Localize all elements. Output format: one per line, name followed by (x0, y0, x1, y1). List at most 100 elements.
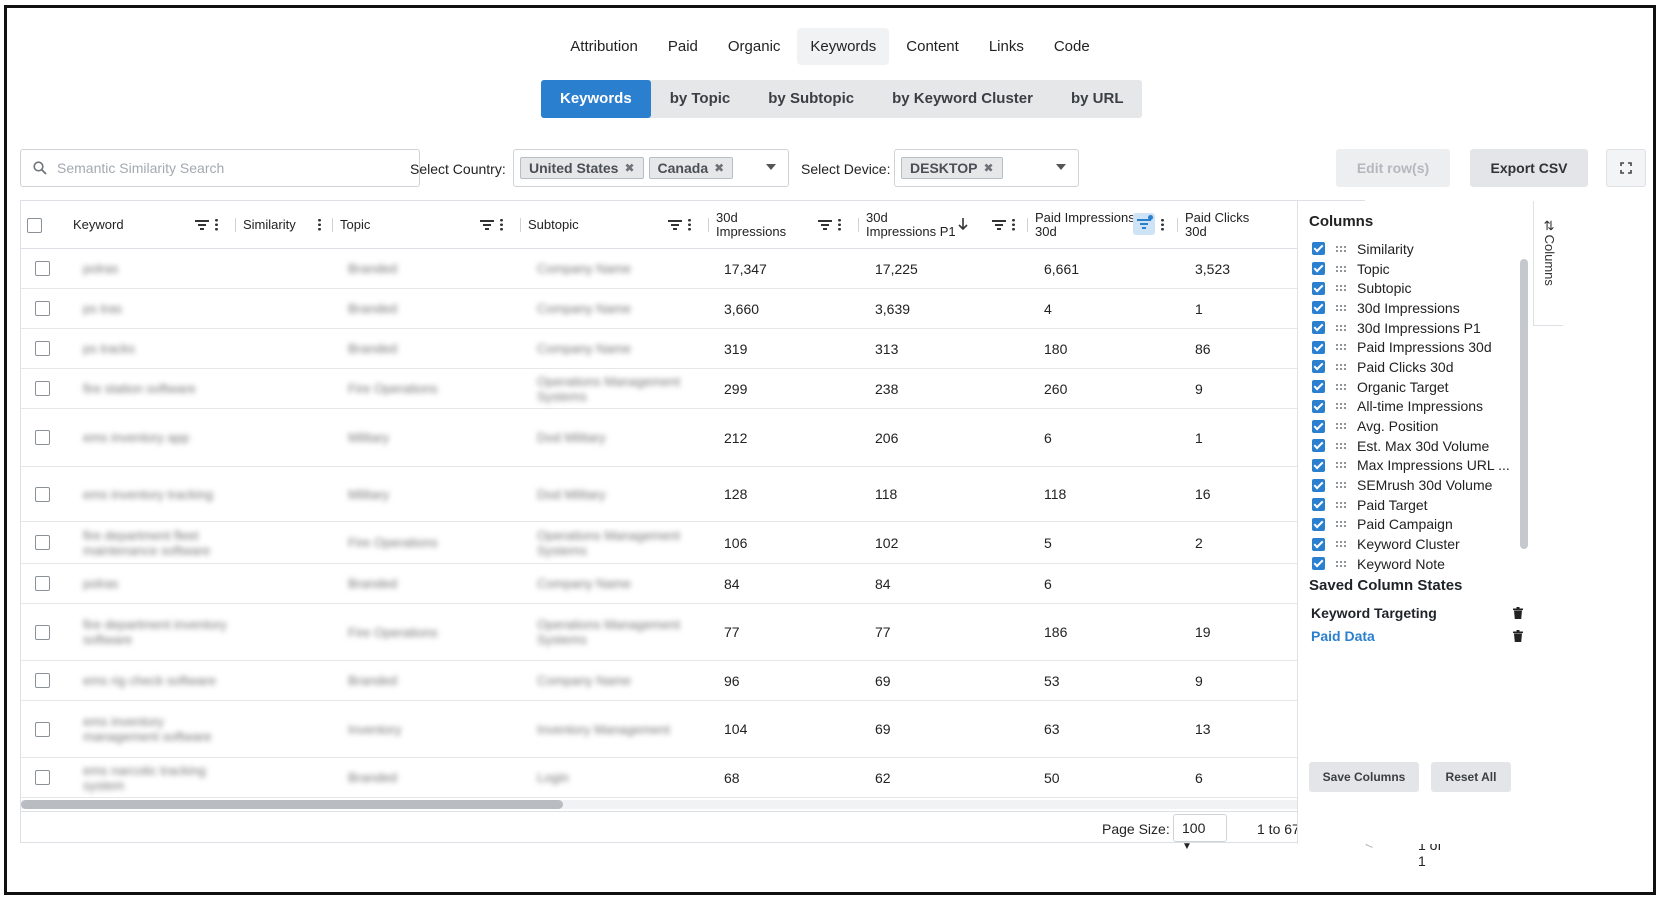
column-toggle[interactable]: Organic Target (1312, 377, 1522, 397)
device-select[interactable]: DESKTOP ✖ (894, 149, 1079, 187)
column-toggle[interactable]: Paid Impressions 30d (1312, 337, 1522, 357)
trash-icon[interactable] (1513, 607, 1523, 619)
column-toggle[interactable]: 30d Impressions (1312, 298, 1522, 318)
select-all-checkbox[interactable] (27, 201, 42, 249)
drag-handle-icon[interactable] (1335, 323, 1347, 332)
reset-all-button[interactable]: Reset All (1431, 762, 1511, 792)
column-toggle[interactable]: Max Impressions URL ... (1312, 456, 1522, 476)
table-row[interactable]: ps tracks Branded Company Name 319 313 180 86 (21, 329, 1303, 369)
column-toggle[interactable]: Avg. Position (1312, 416, 1522, 436)
checkbox-checked-icon[interactable] (1312, 301, 1325, 315)
remove-icon[interactable]: ✖ (624, 161, 634, 175)
table-row[interactable]: ps tras Branded Company Name 3,660 3,639 4 1 (21, 289, 1303, 329)
checkbox-checked-icon[interactable] (1312, 517, 1325, 531)
checkbox-checked-icon[interactable] (1312, 242, 1325, 256)
column-toggle[interactable]: Keyword Note (1312, 554, 1522, 574)
tab-paid[interactable]: Paid (655, 28, 711, 65)
drag-handle-icon[interactable] (1335, 422, 1347, 431)
menu-icon[interactable] (688, 218, 691, 231)
subtab-by-topic[interactable]: by Topic (651, 80, 750, 118)
checkbox-checked-icon[interactable] (1312, 281, 1325, 295)
column-toggle[interactable]: Est. Max 30d Volume (1312, 436, 1522, 456)
row-checkbox[interactable] (35, 289, 50, 328)
table-row[interactable]: ems inventory management software Invento… (21, 701, 1303, 758)
col-keyword[interactable]: Keyword (73, 201, 124, 249)
column-toggle[interactable]: Topic (1312, 259, 1522, 279)
drag-handle-icon[interactable] (1335, 481, 1347, 490)
remove-icon[interactable]: ✖ (983, 161, 993, 175)
column-toggle[interactable]: SEMrush 30d Volume (1312, 475, 1522, 495)
row-checkbox[interactable] (35, 701, 50, 757)
menu-icon[interactable] (500, 218, 503, 231)
row-checkbox[interactable] (35, 522, 50, 563)
panel-scrollbar[interactable] (1520, 239, 1528, 569)
drag-handle-icon[interactable] (1335, 441, 1347, 450)
table-row[interactable]: polras Branded Company Name 17,347 17,225 6,6… (21, 249, 1303, 289)
table-row[interactable]: fire department inventory software Fire O… (21, 604, 1303, 661)
menu-icon[interactable] (318, 218, 321, 231)
col-similarity[interactable]: Similarity (243, 201, 296, 249)
checkbox-checked-icon[interactable] (1312, 537, 1325, 551)
table-row[interactable]: ems inventory tracking Military Dod Milita… (21, 467, 1303, 522)
checkbox-checked-icon[interactable] (1312, 360, 1325, 374)
checkbox-checked-icon[interactable] (1312, 419, 1325, 433)
col-topic[interactable]: Topic (340, 201, 370, 249)
checkbox-checked-icon[interactable] (1312, 478, 1325, 492)
drag-handle-icon[interactable] (1335, 362, 1347, 371)
row-checkbox[interactable] (35, 758, 50, 797)
menu-icon[interactable] (215, 218, 218, 231)
column-toggle[interactable]: Keyword Cluster (1312, 534, 1522, 554)
search-input[interactable] (57, 160, 397, 176)
checkbox-checked-icon[interactable] (1312, 321, 1325, 335)
semantic-search[interactable] (20, 149, 420, 187)
drag-handle-icon[interactable] (1335, 284, 1347, 293)
table-row[interactable]: fire station software Fire Operations Oper… (21, 369, 1303, 409)
device-chip[interactable]: DESKTOP ✖ (901, 157, 1003, 179)
filter-icon[interactable] (480, 219, 494, 230)
country-chip[interactable]: Canada ✖ (648, 157, 734, 179)
column-toggle[interactable]: Paid Campaign (1312, 515, 1522, 535)
tab-links[interactable]: Links (976, 28, 1037, 65)
remove-icon[interactable]: ✖ (714, 161, 724, 175)
checkbox-checked-icon[interactable] (1312, 439, 1325, 453)
row-checkbox[interactable] (35, 467, 50, 521)
table-row[interactable]: ems narcotic tracking system Branded Login… (21, 758, 1303, 798)
tab-organic[interactable]: Organic (715, 28, 794, 65)
col-30d-impressions-p1[interactable]: 30d Impressions P1 (866, 201, 956, 249)
export-csv-button[interactable]: Export CSV (1470, 149, 1588, 187)
table-row[interactable]: polras Branded Company Name 84 84 6 (21, 564, 1303, 604)
page-size-select[interactable]: 100 ▼ (1173, 814, 1227, 852)
table-row[interactable]: fire department fleet maintenance softwa… (21, 522, 1303, 564)
drag-handle-icon[interactable] (1335, 500, 1347, 509)
row-checkbox[interactable] (35, 604, 50, 660)
column-toggle[interactable]: All-time Impressions (1312, 397, 1522, 417)
trash-icon[interactable] (1513, 630, 1523, 642)
checkbox-checked-icon[interactable] (1312, 380, 1325, 394)
table-row[interactable]: ems rig check software Branded Company Nam… (21, 661, 1303, 701)
filter-icon[interactable] (668, 219, 682, 230)
table-row[interactable]: ems inventory app Military Dod Military 212… (21, 409, 1303, 467)
column-toggle[interactable]: Paid Target (1312, 495, 1522, 515)
checkbox-checked-icon[interactable] (1312, 458, 1325, 472)
row-checkbox[interactable] (35, 661, 50, 700)
column-toggle[interactable]: Similarity (1312, 239, 1522, 259)
subtab-by-keyword-cluster[interactable]: by Keyword Cluster (873, 80, 1052, 118)
subtab-by-subtopic[interactable]: by Subtopic (749, 80, 873, 118)
column-toggle[interactable]: Paid Clicks 30d (1312, 357, 1522, 377)
checkbox-checked-icon[interactable] (1312, 498, 1325, 512)
filter-icon[interactable] (992, 219, 1006, 230)
saved-state-item[interactable]: Paid Data (1311, 628, 1375, 644)
row-checkbox[interactable] (35, 369, 50, 408)
checkbox-checked-icon[interactable] (1312, 340, 1325, 354)
tab-code[interactable]: Code (1041, 28, 1103, 65)
subtab-by-url[interactable]: by URL (1052, 80, 1143, 118)
col-paid-clicks-30d[interactable]: Paid Clicks 30d (1185, 201, 1249, 249)
col-subtopic[interactable]: Subtopic (528, 201, 579, 249)
tab-content[interactable]: Content (893, 28, 972, 65)
drag-handle-icon[interactable] (1335, 461, 1347, 470)
drag-handle-icon[interactable] (1335, 303, 1347, 312)
chevron-down-icon[interactable] (766, 164, 776, 170)
col-paid-impressions-30d[interactable]: Paid Impressions 30d (1035, 201, 1135, 249)
row-checkbox[interactable] (35, 329, 50, 368)
save-columns-button[interactable]: Save Columns (1309, 762, 1419, 792)
